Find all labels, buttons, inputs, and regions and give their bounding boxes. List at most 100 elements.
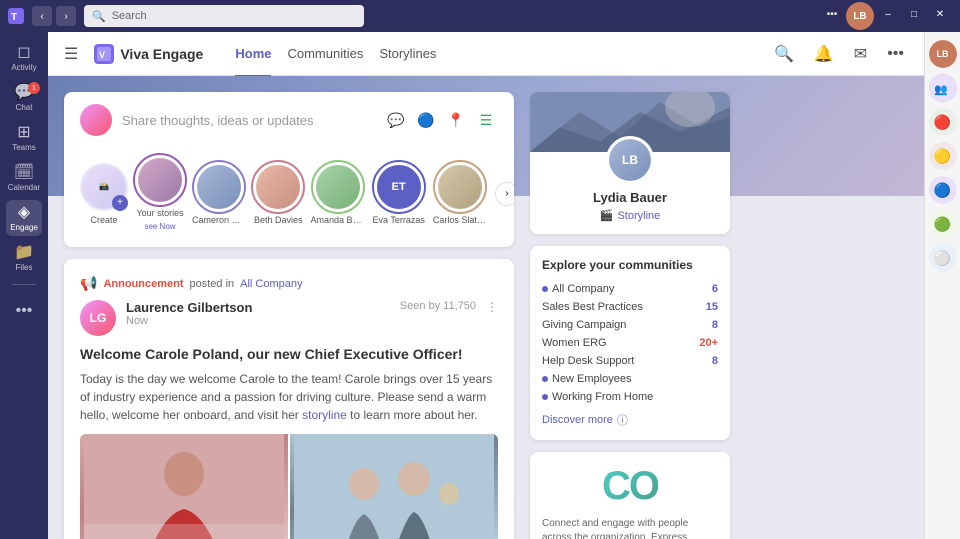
eva-avatar: ET [375,163,423,211]
community-item-helpdesk[interactable]: Help Desk Support 8 [542,352,718,370]
amanda-story-item[interactable]: Amanda Bary [311,163,365,225]
nav-item-home[interactable]: Home [235,42,271,65]
right-avatar-4[interactable]: 🟡 [929,142,957,170]
co-card: CO Connect and engage with people across… [530,452,730,539]
community-count: 8 [712,319,718,331]
avatar-circle: 🟢 [929,210,957,238]
more-nav-button[interactable]: ••• [883,41,908,67]
hamburger-button[interactable]: ☰ [64,44,78,64]
community-item-giving[interactable]: Giving Campaign 8 [542,316,718,334]
storyline-link[interactable]: storyline [302,408,347,422]
compose-icons: 💬 🔵 📍 ☰ [384,108,498,132]
cameron-label: Cameron Ex... [192,215,246,225]
sidebar-item-calendar[interactable]: 🗓 Calendar [6,160,42,196]
title-bar: T ‹ › 🔍 Search ••• LB – □ ✕ [0,0,960,32]
right-avatar-2[interactable]: 👥 [929,74,957,102]
community-item-womenerg[interactable]: Women ERG 20+ [542,334,718,352]
post-more-button[interactable]: ⋮ [486,300,498,314]
post-images [80,434,498,539]
community-name: Women ERG [542,337,607,349]
user-avatar[interactable]: LB [846,2,874,30]
story-ring [433,160,487,214]
right-column: LB Lydia Bauer 🎬 Storyline Explore your … [530,92,730,523]
sidebar-item-more[interactable]: ••• [6,293,42,329]
discover-more-label: Discover more [542,414,613,426]
forward-button[interactable]: › [56,6,76,26]
create-story-button[interactable]: 📸 + [80,163,128,211]
your-stories-sublabel: see Now [144,222,175,231]
compose-card: Share thoughts, ideas or updates 💬 🔵 📍 ☰ [64,92,514,247]
posted-in-label: posted in [190,278,235,290]
compose-input[interactable]: Share thoughts, ideas or updates [122,113,374,128]
create-story-item[interactable]: 📸 + Create [80,163,128,225]
eva-label: Eva Terrazas [373,215,425,225]
communities-title: Explore your communities [542,258,718,272]
svg-text:T: T [11,12,17,23]
co-description: Connect and engage with people across th… [542,517,718,539]
post-author-avatar: LG [80,300,116,336]
search-placeholder: Search [112,10,147,22]
right-avatar-3[interactable]: 🔴 [929,108,957,136]
sidebar-item-files[interactable]: 📁 Files [6,240,42,276]
profile-name: Lydia Bauer [542,190,718,205]
eva-story-item[interactable]: ET Eva Terrazas [373,163,425,225]
community-item-sales[interactable]: Sales Best Practices 15 [542,298,718,316]
minimize-button[interactable]: – [876,2,900,26]
avatar-circle: LB [929,40,957,68]
calendar-icon: 🗓 [14,165,34,181]
post-meta: Laurence Gilbertson Now [126,300,390,327]
create-label: Create [90,215,117,225]
avatar-circle: 🟡 [929,142,957,170]
community-link[interactable]: All Company [240,278,302,290]
post-image-family [290,434,498,539]
post-body-end: to learn more about her. [350,408,477,422]
sidebar-item-chat[interactable]: 💬 1 Chat [6,80,42,116]
discover-more-link[interactable]: Discover more ⓘ [542,412,718,428]
your-stories-item[interactable]: Your stories see Now [136,156,184,231]
community-name: All Company [542,283,614,295]
beth-story-item[interactable]: Beth Davies [254,163,303,225]
close-button[interactable]: ✕ [928,2,952,26]
post-image-woman [80,434,288,539]
compose-pin-icon[interactable]: 📍 [444,108,468,132]
sidebar-item-engage[interactable]: ◈ Engage [6,200,42,236]
search-button[interactable]: 🔍 [770,40,798,68]
right-avatar-6[interactable]: 🟢 [929,210,957,238]
sidebar-item-teams[interactable]: ⊞ Teams [6,120,42,156]
post-time: Now [126,315,390,327]
community-item-wfh[interactable]: Working From Home [542,388,718,406]
compose-media-icon[interactable]: 🔵 [414,108,438,132]
community-dot [542,394,548,400]
compose-avatar [80,104,112,136]
your-stories-avatar [136,156,184,204]
sidebar-item-activity[interactable]: ◻ Activity [6,40,42,76]
nav-item-storylines[interactable]: Storylines [379,42,436,65]
community-item-newemployees[interactable]: New Employees [542,370,718,388]
nav-item-communities[interactable]: Communities [287,42,363,65]
maximize-button[interactable]: □ [902,2,926,26]
mail-button[interactable]: ✉ [850,40,871,68]
compose-chat-icon[interactable]: 💬 [384,108,408,132]
story-plus-icon: + [112,195,128,211]
right-avatar-7[interactable]: ⚪ [929,244,957,272]
community-item-allcompany[interactable]: All Company 6 [542,280,718,298]
compose-list-icon[interactable]: ☰ [474,108,498,132]
cameron-story-item[interactable]: Cameron Ex... [192,163,246,225]
announcement-label: Announcement [103,278,183,290]
profile-storyline-link[interactable]: 🎬 Storyline [542,209,718,222]
post-body: Today is the day we welcome Carole to th… [80,370,498,424]
right-sidebar: LB 👥 🔴 🟡 🔵 🟢 ⚪ [924,32,960,539]
more-button[interactable]: ••• [820,2,844,26]
community-name: Help Desk Support [542,355,634,367]
co-letters: CO [602,464,658,509]
search-bar[interactable]: 🔍 Search [84,5,364,27]
right-avatar-1[interactable]: LB [929,40,957,68]
storyline-label: Storyline [617,210,660,222]
stories-next-button[interactable]: › [495,182,514,206]
avatar-circle: 🔴 [929,108,957,136]
back-button[interactable]: ‹ [32,6,52,26]
carlos-story-item[interactable]: Carlos Slatt... [433,163,487,225]
notifications-button[interactable]: 🔔 [810,40,838,68]
sidebar-divider [12,284,36,285]
right-avatar-5[interactable]: 🔵 [929,176,957,204]
